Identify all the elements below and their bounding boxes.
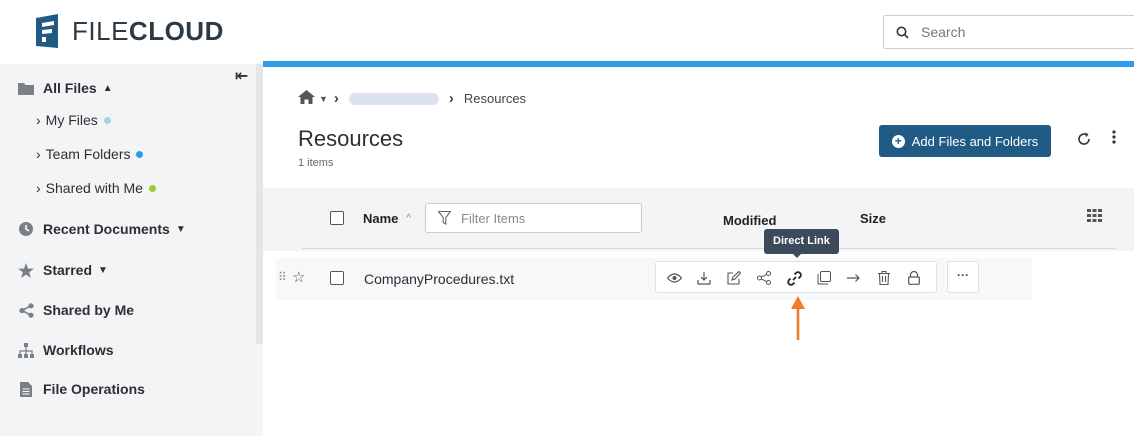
- sidebar-item-my-files[interactable]: › My Files: [36, 112, 111, 128]
- item-count: 1 items: [298, 157, 334, 169]
- plus-circle-icon: +: [891, 134, 905, 148]
- add-files-label: Add Files and Folders: [911, 133, 1039, 149]
- star-icon: [18, 262, 34, 278]
- filter-input[interactable]: [461, 210, 631, 226]
- copy-icon[interactable]: [814, 268, 834, 288]
- status-dot: [103, 116, 111, 124]
- sidebar-item-label: Shared by Me: [43, 302, 135, 318]
- column-header-size[interactable]: Size: [860, 211, 886, 226]
- tooltip: Direct Link: [764, 229, 839, 254]
- status-dot: [136, 150, 144, 158]
- sidebar-item-label: Recent Documents: [43, 221, 170, 237]
- delete-icon[interactable]: [874, 268, 894, 288]
- refresh-icon[interactable]: [1077, 132, 1091, 151]
- tooltip-tail: [792, 253, 802, 258]
- breadcrumb-item-redacted[interactable]: [348, 92, 439, 105]
- filecloud-logo-icon: [36, 14, 58, 48]
- more-actions-button[interactable]: ···: [947, 261, 979, 293]
- column-header-modified[interactable]: Modified: [723, 213, 776, 228]
- grid-view-icon[interactable]: [1087, 209, 1102, 227]
- sidebar-item-label: Shared with Me: [45, 180, 143, 196]
- workflow-icon: [18, 342, 34, 358]
- logo-text: FILECLOUD: [72, 15, 224, 46]
- breadcrumb-current: Resources: [463, 91, 527, 106]
- sidebar-item-label: Team Folders: [45, 146, 131, 162]
- filter-box[interactable]: [425, 203, 642, 233]
- move-icon[interactable]: [844, 268, 864, 288]
- direct-link-icon[interactable]: [784, 268, 804, 288]
- sidebar-item-file-operations[interactable]: File Operations: [18, 381, 145, 397]
- annotation-arrow-icon: [791, 296, 805, 340]
- sidebar-item-recent-documents[interactable]: Recent Documents ▼: [18, 221, 186, 237]
- home-icon[interactable]: [298, 90, 315, 107]
- filecloud-logo[interactable]: FILECLOUD: [32, 12, 224, 50]
- sidebar-item-label: File Operations: [43, 381, 145, 397]
- divider: [302, 248, 1116, 249]
- sort-asc-icon[interactable]: ^: [406, 213, 411, 224]
- filter-icon: [438, 211, 451, 225]
- share-icon: [18, 302, 34, 318]
- search-input[interactable]: [921, 24, 1101, 40]
- download-icon[interactable]: [694, 268, 714, 288]
- file-name[interactable]: CompanyProcedures.txt: [364, 271, 514, 287]
- chevron-down-icon[interactable]: ▼: [319, 94, 328, 104]
- sidebar-item-all-files[interactable]: All Files ▲: [18, 80, 113, 96]
- sidebar-item-shared-by-me[interactable]: Shared by Me: [18, 302, 134, 318]
- column-name-label: Name: [363, 211, 399, 226]
- sidebar-item-team-folders[interactable]: › Team Folders: [36, 146, 144, 162]
- sidebar-scrollbar[interactable]: [256, 64, 263, 344]
- drag-handle-icon[interactable]: ⠿: [278, 270, 287, 284]
- caret-up-icon: ▲: [102, 82, 113, 94]
- select-all-checkbox[interactable]: [330, 211, 344, 225]
- search-icon: [896, 26, 909, 39]
- chevron-right-icon: ›: [36, 146, 41, 162]
- breadcrumb-separator: ›: [448, 90, 454, 107]
- caret-down-icon: ▼: [98, 264, 108, 276]
- breadcrumb-separator: ›: [333, 90, 339, 107]
- kebab-icon[interactable]: [1112, 130, 1116, 149]
- row-checkbox[interactable]: [330, 271, 344, 285]
- breadcrumb: ▼ › › Resources: [298, 90, 526, 107]
- chevron-right-icon: ›: [36, 180, 41, 196]
- sidebar-item-starred[interactable]: Starred ▼: [18, 262, 108, 278]
- sidebar-item-workflows[interactable]: Workflows: [18, 342, 114, 358]
- sidebar-item-label: Workflows: [43, 342, 114, 358]
- chevron-right-icon: ›: [36, 112, 41, 128]
- sidebar-item-label: Starred: [43, 262, 93, 278]
- add-files-button[interactable]: + Add Files and Folders: [879, 125, 1051, 157]
- share-icon[interactable]: [754, 268, 774, 288]
- top-header: FILECLOUD: [0, 0, 1134, 64]
- edit-icon[interactable]: [724, 268, 744, 288]
- row-action-toolbar: [655, 261, 937, 293]
- sidebar-item-shared-with-me[interactable]: › Shared with Me: [36, 180, 156, 196]
- search-box[interactable]: [883, 15, 1134, 49]
- status-dot: [148, 184, 156, 192]
- star-outline-icon[interactable]: ☆: [292, 268, 305, 286]
- column-header-name[interactable]: Name ^: [363, 211, 411, 226]
- sidebar-item-label: My Files: [45, 112, 98, 128]
- lock-icon[interactable]: [904, 268, 924, 288]
- accent-bar: [263, 61, 1134, 67]
- clock-icon: [18, 221, 34, 237]
- sidebar-item-label: All Files: [43, 80, 97, 96]
- page-title: Resources: [298, 126, 404, 151]
- collapse-left-icon[interactable]: ⇤: [235, 66, 248, 86]
- view-icon[interactable]: [664, 268, 684, 288]
- file-icon: [18, 381, 34, 397]
- folder-icon: [18, 80, 34, 96]
- caret-down-icon: ▼: [175, 223, 186, 235]
